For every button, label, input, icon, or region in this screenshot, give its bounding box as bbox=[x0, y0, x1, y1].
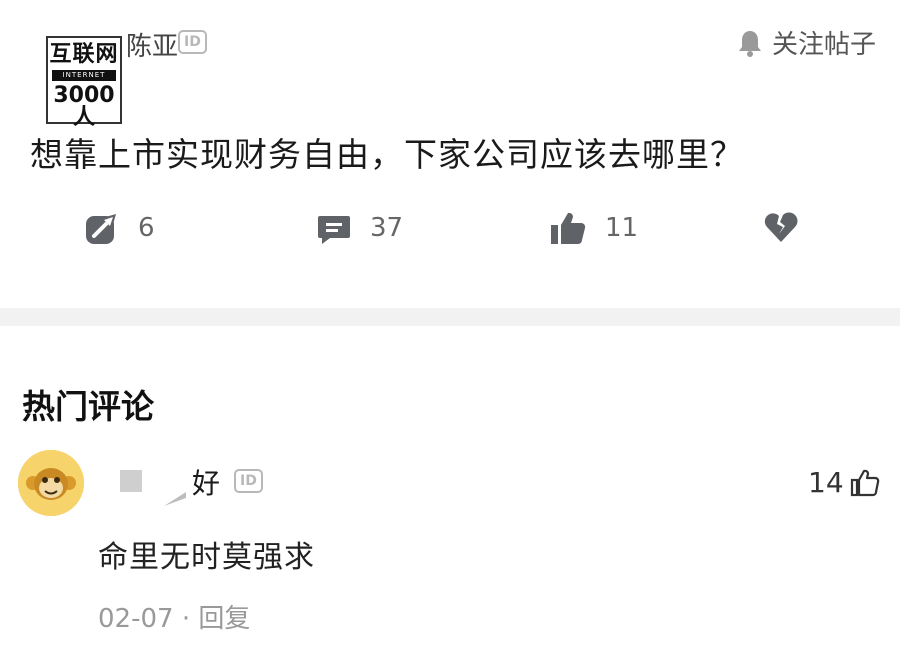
post-author-name[interactable]: 陈亚 bbox=[126, 26, 178, 63]
hot-comments-title: 热门评论 bbox=[22, 387, 154, 426]
follow-post-label: 关注帖子 bbox=[772, 30, 877, 60]
like-count: 11 bbox=[605, 213, 639, 243]
commenter-id-badge: ID bbox=[234, 469, 263, 493]
watermark-logo: 互联网 INTERNET 3000人 bbox=[46, 36, 122, 129]
like-button[interactable]: 11 bbox=[549, 210, 638, 246]
monkey-avatar-icon bbox=[18, 450, 84, 516]
comment-text: 命里无时莫强求 bbox=[98, 540, 315, 575]
bell-icon bbox=[739, 30, 761, 57]
comment-count: 37 bbox=[370, 213, 404, 243]
comment-button[interactable]: 37 bbox=[316, 210, 403, 246]
redaction-block bbox=[120, 470, 142, 492]
comment-meta-reply[interactable]: 02-07 · 回复 bbox=[98, 598, 250, 635]
commenter-name[interactable]: 好 bbox=[192, 462, 220, 502]
comment-icon bbox=[318, 216, 350, 244]
watermark-mid: INTERNET bbox=[52, 70, 116, 81]
comment-like-button[interactable]: 14 bbox=[808, 466, 880, 499]
comment-like-count: 14 bbox=[808, 466, 844, 499]
redaction-corner bbox=[164, 492, 186, 506]
follow-post-button[interactable]: 关注帖子 bbox=[736, 24, 876, 61]
author-id-badge: ID bbox=[178, 30, 207, 54]
dislike-button[interactable] bbox=[763, 210, 817, 244]
share-icon bbox=[86, 214, 116, 244]
thumbs-up-outline-icon bbox=[850, 469, 879, 496]
share-count: 6 bbox=[138, 213, 155, 243]
commenter-avatar[interactable] bbox=[18, 450, 84, 516]
post-title: 想靠上市实现财务自由，下家公司应该去哪里？ bbox=[30, 135, 744, 174]
watermark-bottom: 3000人 bbox=[53, 83, 115, 130]
section-divider bbox=[0, 308, 900, 326]
watermark-top: 互联网 bbox=[49, 42, 119, 67]
broken-heart-icon bbox=[764, 212, 798, 242]
thumbs-up-icon bbox=[551, 212, 586, 244]
share-button[interactable]: 6 bbox=[84, 210, 155, 246]
